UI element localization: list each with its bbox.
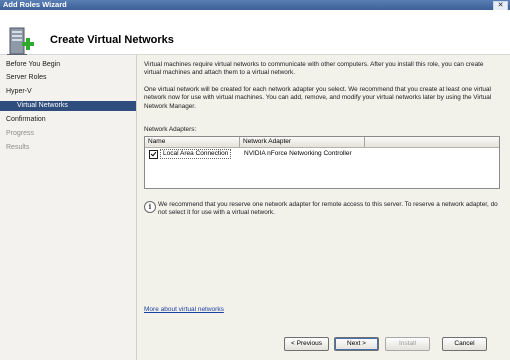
install-button: Install <box>385 337 430 351</box>
adapter-checkbox[interactable] <box>149 150 158 159</box>
sidebar-item-label: Virtual Networks <box>17 102 68 109</box>
help-link[interactable]: More about virtual networks <box>144 306 224 313</box>
window-title-bar: Add Roles Wizard ✕ <box>0 0 510 11</box>
table-row[interactable]: Local Area Connection NVIDIA nForce Netw… <box>145 149 499 159</box>
list-header: Name Network Adapter <box>145 137 499 148</box>
wizard-steps-sidebar: Before You Begin Server Roles Hyper-V Vi… <box>0 55 137 360</box>
info-text: We recommend that you reserve one networ… <box>158 201 498 217</box>
adapter-name: Local Area Connection <box>160 149 232 159</box>
column-divider[interactable] <box>364 137 365 147</box>
intro-text: Virtual machines require virtual network… <box>144 61 484 77</box>
sidebar-item-before-you-begin[interactable]: Before You Begin <box>6 60 60 70</box>
main-content: Virtual machines require virtual network… <box>137 55 510 360</box>
column-header-name[interactable]: Name <box>145 137 165 147</box>
network-adapters-label: Network Adapters: <box>144 126 197 133</box>
adapter-device: NVIDIA nForce Networking Controller <box>244 150 352 157</box>
column-header-network-adapter[interactable]: Network Adapter <box>240 137 291 147</box>
sidebar-item-confirmation[interactable]: Confirmation <box>6 115 46 125</box>
sidebar-item-virtual-networks[interactable]: Virtual Networks <box>0 101 136 111</box>
window-title: Add Roles Wizard <box>3 0 67 9</box>
wizard-header: Create Virtual Networks <box>0 10 510 57</box>
network-adapters-list[interactable]: Name Network Adapter Local Area Connecti… <box>144 136 500 189</box>
server-add-icon <box>7 27 34 57</box>
sidebar-item-results: Results <box>6 144 30 151</box>
sidebar-item-progress: Progress <box>6 130 35 137</box>
instructions-text: One virtual network will be created for … <box>144 86 492 110</box>
next-button[interactable]: Next > <box>334 337 379 351</box>
sidebar-item-server-roles[interactable]: Server Roles <box>6 73 46 83</box>
sidebar-item-hyper-v[interactable]: Hyper-V <box>6 87 32 97</box>
previous-button[interactable]: < Previous <box>284 337 329 351</box>
info-icon: i <box>144 201 156 213</box>
cancel-button[interactable]: Cancel <box>442 337 487 351</box>
page-title: Create Virtual Networks <box>50 34 174 46</box>
button-bar: < Previous Next > Install Cancel <box>137 325 510 360</box>
